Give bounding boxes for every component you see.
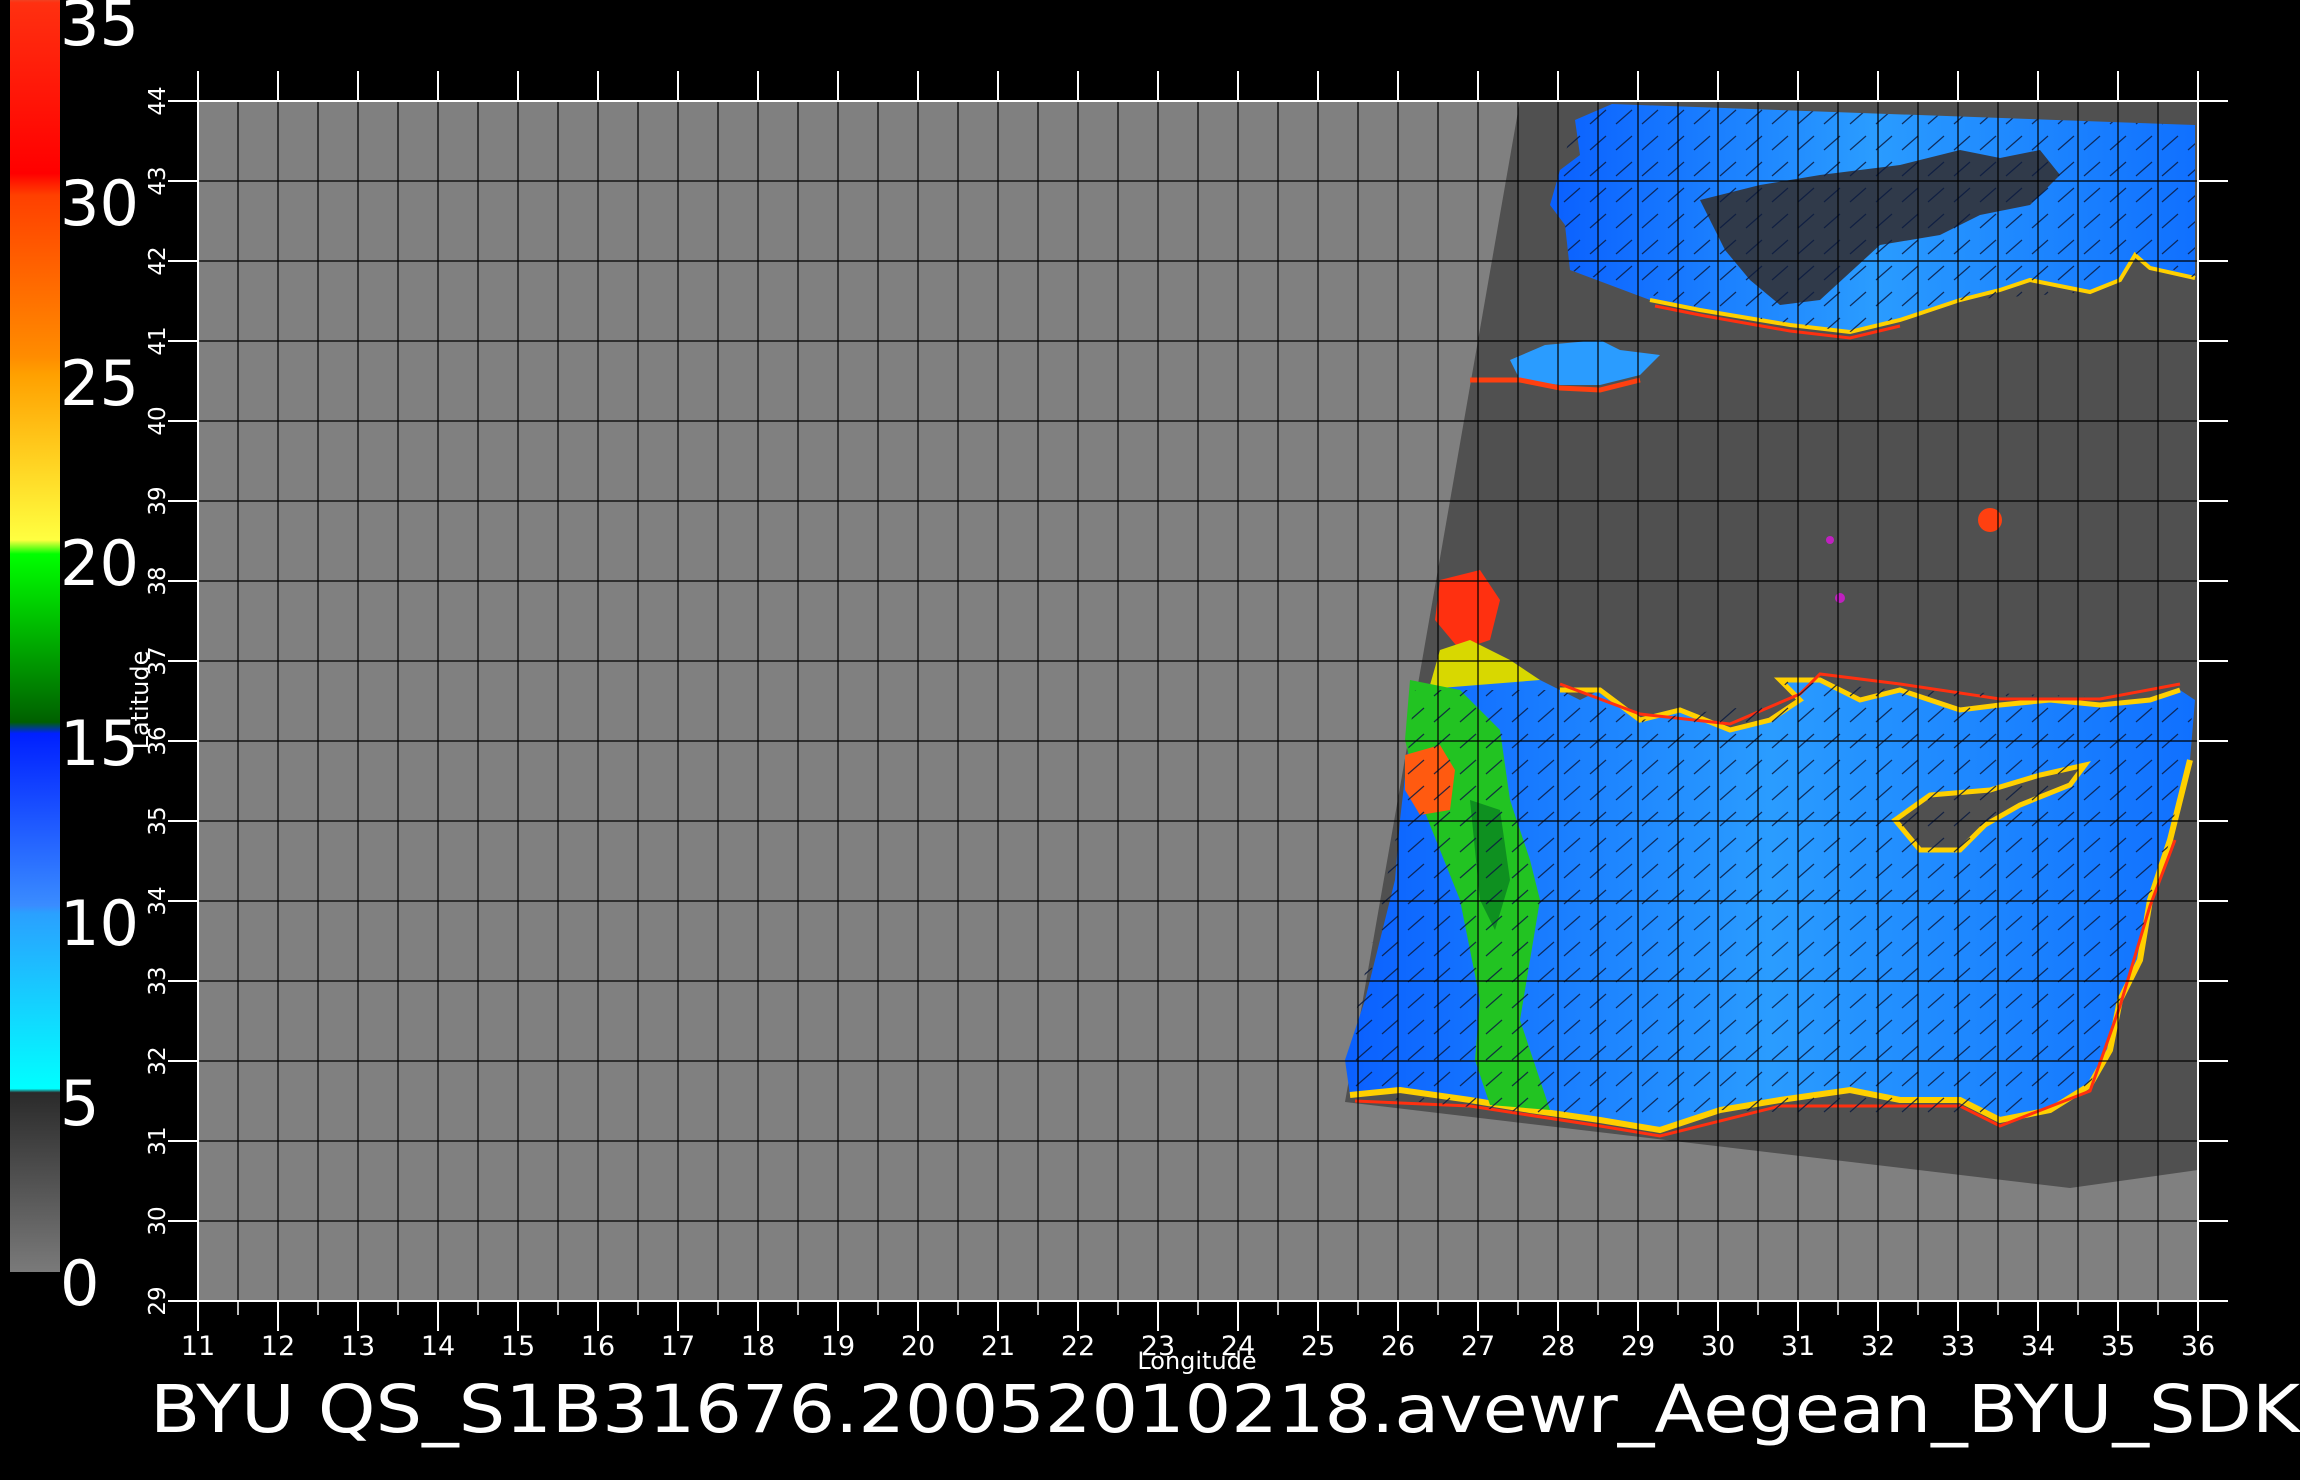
x-tick-label: 12 xyxy=(261,1331,295,1362)
x-tick-label: 27 xyxy=(1461,1331,1495,1362)
x-tick-label: 15 xyxy=(501,1331,535,1362)
x-tick-label: 36 xyxy=(2181,1331,2215,1362)
colorbar-label: 25 xyxy=(60,347,139,420)
colorbar-label: 5 xyxy=(60,1067,99,1140)
x-tick-label: 20 xyxy=(901,1331,935,1362)
x-tick-label: 35 xyxy=(2101,1331,2135,1362)
x-tick-label: 16 xyxy=(581,1331,615,1362)
y-tick-label: 30 xyxy=(145,1206,171,1235)
x-tick-label: 18 xyxy=(741,1331,775,1362)
x-tick-label: 28 xyxy=(1541,1331,1575,1362)
x-tick-label: 29 xyxy=(1621,1331,1655,1362)
y-tick-label: 33 xyxy=(145,966,171,995)
y-tick-label: 44 xyxy=(145,86,171,115)
x-tick-label: 17 xyxy=(661,1331,695,1362)
y-tick-label: 40 xyxy=(145,406,171,435)
y-tick-label: 32 xyxy=(145,1046,171,1075)
colorbar-label: 30 xyxy=(60,167,139,240)
y-tick-label: 39 xyxy=(145,486,171,515)
y-tick-label: 41 xyxy=(145,326,171,355)
colorbar-label: 35 xyxy=(60,0,139,60)
x-tick-label: 19 xyxy=(821,1331,855,1362)
x-tick-label: 30 xyxy=(1701,1331,1735,1362)
colorbar-label: 20 xyxy=(60,527,139,600)
x-tick-label: 14 xyxy=(421,1331,455,1362)
x-tick-label: 21 xyxy=(981,1331,1015,1362)
x-tick-label: 26 xyxy=(1381,1331,1415,1362)
y-tick-label: 42 xyxy=(145,246,171,275)
x-tick-label: 22 xyxy=(1061,1331,1095,1362)
wind-map-figure: 11 12 13 14 15 16 17 18 19 20 21 22 23 24 25 26 27 28 29 30… xyxy=(10,0,2300,1448)
y-tick-label: 43 xyxy=(145,166,171,195)
colorbar-label: 10 xyxy=(60,887,139,960)
x-tick-label: 34 xyxy=(2021,1331,2055,1362)
x-tick-label: 11 xyxy=(181,1331,215,1362)
x-tick-label: 13 xyxy=(341,1331,375,1362)
colorbar-label: 0 xyxy=(60,1247,99,1320)
x-tick-label: 32 xyxy=(1861,1331,1895,1362)
x-tick-label: 33 xyxy=(1941,1331,1975,1362)
y-tick-label: 35 xyxy=(145,806,171,835)
colorbar xyxy=(10,0,60,1272)
y-tick-label: 34 xyxy=(145,886,171,915)
y-tick-label: 31 xyxy=(145,1126,171,1155)
y-tick-label: 29 xyxy=(145,1286,171,1315)
figure-title: BYU QS_S1B31676.20052010218.avewr_Aegean… xyxy=(150,1371,2300,1448)
y-tick-label: 38 xyxy=(145,566,171,595)
colorbar-label: 15 xyxy=(60,707,139,780)
x-tick-label: 31 xyxy=(1781,1331,1815,1362)
x-tick-label: 25 xyxy=(1301,1331,1335,1362)
